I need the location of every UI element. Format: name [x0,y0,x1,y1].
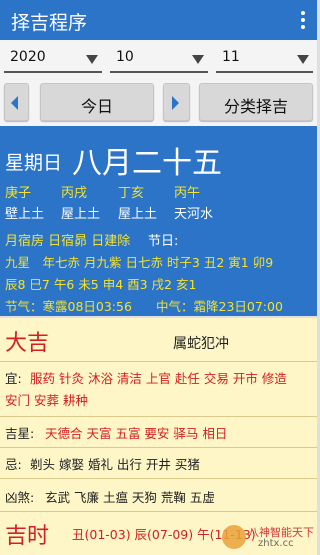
conflict-text: 属蛇犯冲 [173,336,229,352]
lucky-section: 大吉 属蛇犯冲 [0,318,317,362]
lunar-date: 八月二十五 [72,146,222,181]
watermark: 八神智能天下 zhtx.cc [220,523,315,553]
ganzhi-hour: 丙午 [174,186,201,201]
month-select[interactable]: 10 [110,45,208,73]
xiongsha-label: 凶煞: [5,490,35,505]
today-button[interactable]: 今日 [40,83,154,121]
dropdown-arrow-icon [297,55,309,64]
lucky-heading: 大吉 [5,331,50,356]
xiongsha-section: 凶煞: 玄武 飞廉 土瘟 天狗 荒鞠 五虚 [0,479,317,512]
nayin-month: 屋上土 [61,207,101,222]
month-value: 10 [116,49,134,65]
nayin-hour: 天河水 [174,207,214,222]
today-label: 今日 [80,97,113,116]
ji-section: 忌: 剃头 嫁娶 婚礼 出行 开井 买猪 [0,448,317,479]
nine-star-line-2: 辰8 巳7 午6 未5 申4 酉3 戌2 亥1 [5,277,197,292]
festival-label: 节日: [148,234,179,249]
weekday: 星期日 [5,152,63,174]
next-day-button[interactable] [163,83,190,121]
ji-value: 剃头 嫁娶 婚礼 出行 开井 买猪 [30,457,200,472]
day-select[interactable]: 11 [216,45,313,73]
yi-line-1: 服药 针灸 沐浴 清洁 上官 赴任 交易 开市 修造 [30,371,287,386]
jishen-section: 吉星: 天德合 天富 五富 要安 驿马 相日 [0,417,317,448]
nayin-day: 屋上土 [118,207,158,222]
jishen-value: 天德合 天富 五富 要安 驿马 相日 [45,426,228,441]
yi-label: 宜: [5,371,22,386]
chevron-right-icon [172,96,179,110]
yi-line-2: 安门 安葬 耕种 [5,393,88,408]
ji-label: 忌: [5,457,22,472]
nine-star-line-1: 九星 年七赤 月九紫 日七赤 时子3 丑2 寅1 卯9 [5,255,274,270]
more-options-icon[interactable] [301,11,305,29]
auspicious-details-panel: 大吉 属蛇犯冲 宜: 服药 针灸 沐浴 清洁 上官 赴任 交易 开市 修造 安门… [0,318,317,555]
jishen-label: 吉星: [5,426,35,441]
solar-term: 节气：寒露08日03:56 [5,299,132,314]
ganzhi-day: 丁亥 [118,186,145,201]
category-label: 分类择吉 [223,97,288,116]
nav-row: 今日 分类择吉 [0,78,317,126]
ganzhi-year: 庚子 [5,186,32,201]
nayin-year: 壁上土 [5,207,45,222]
year-select[interactable]: 2020 [4,45,102,73]
chevron-left-icon [11,96,18,110]
dropdown-arrow-icon [192,55,204,64]
category-select-button[interactable]: 分类择吉 [199,83,313,121]
app-bar: 择吉程序 [0,0,317,40]
year-value: 2020 [10,49,46,65]
watermark-line-2: zhtx.cc [258,538,294,549]
ganzhi-month: 丙戌 [61,186,88,201]
xiongsha-value: 玄武 飞廉 土瘟 天狗 荒鞠 五虚 [45,490,215,505]
prev-day-button[interactable] [4,83,29,121]
day-info-panel: 星期日 八月二十五 庚子 丙戌 丁亥 丙午 壁上土 屋上土 屋上土 天河水 月宿… [0,126,317,316]
dropdown-arrow-icon [86,55,98,64]
watermark-logo-icon [222,525,246,549]
sukuyo-line: 月宿房 日宿昴 日建除 [5,234,131,249]
day-value: 11 [222,49,240,65]
mid-term: 中气：霜降23日07:00 [156,299,283,314]
date-selectors: 2020 10 11 [0,40,317,78]
app-title: 择吉程序 [11,12,88,34]
yi-section: 宜: 服药 针灸 沐浴 清洁 上官 赴任 交易 开市 修造 安门 安葬 耕种 [0,362,317,417]
jishi-heading: 吉时 [5,524,50,549]
